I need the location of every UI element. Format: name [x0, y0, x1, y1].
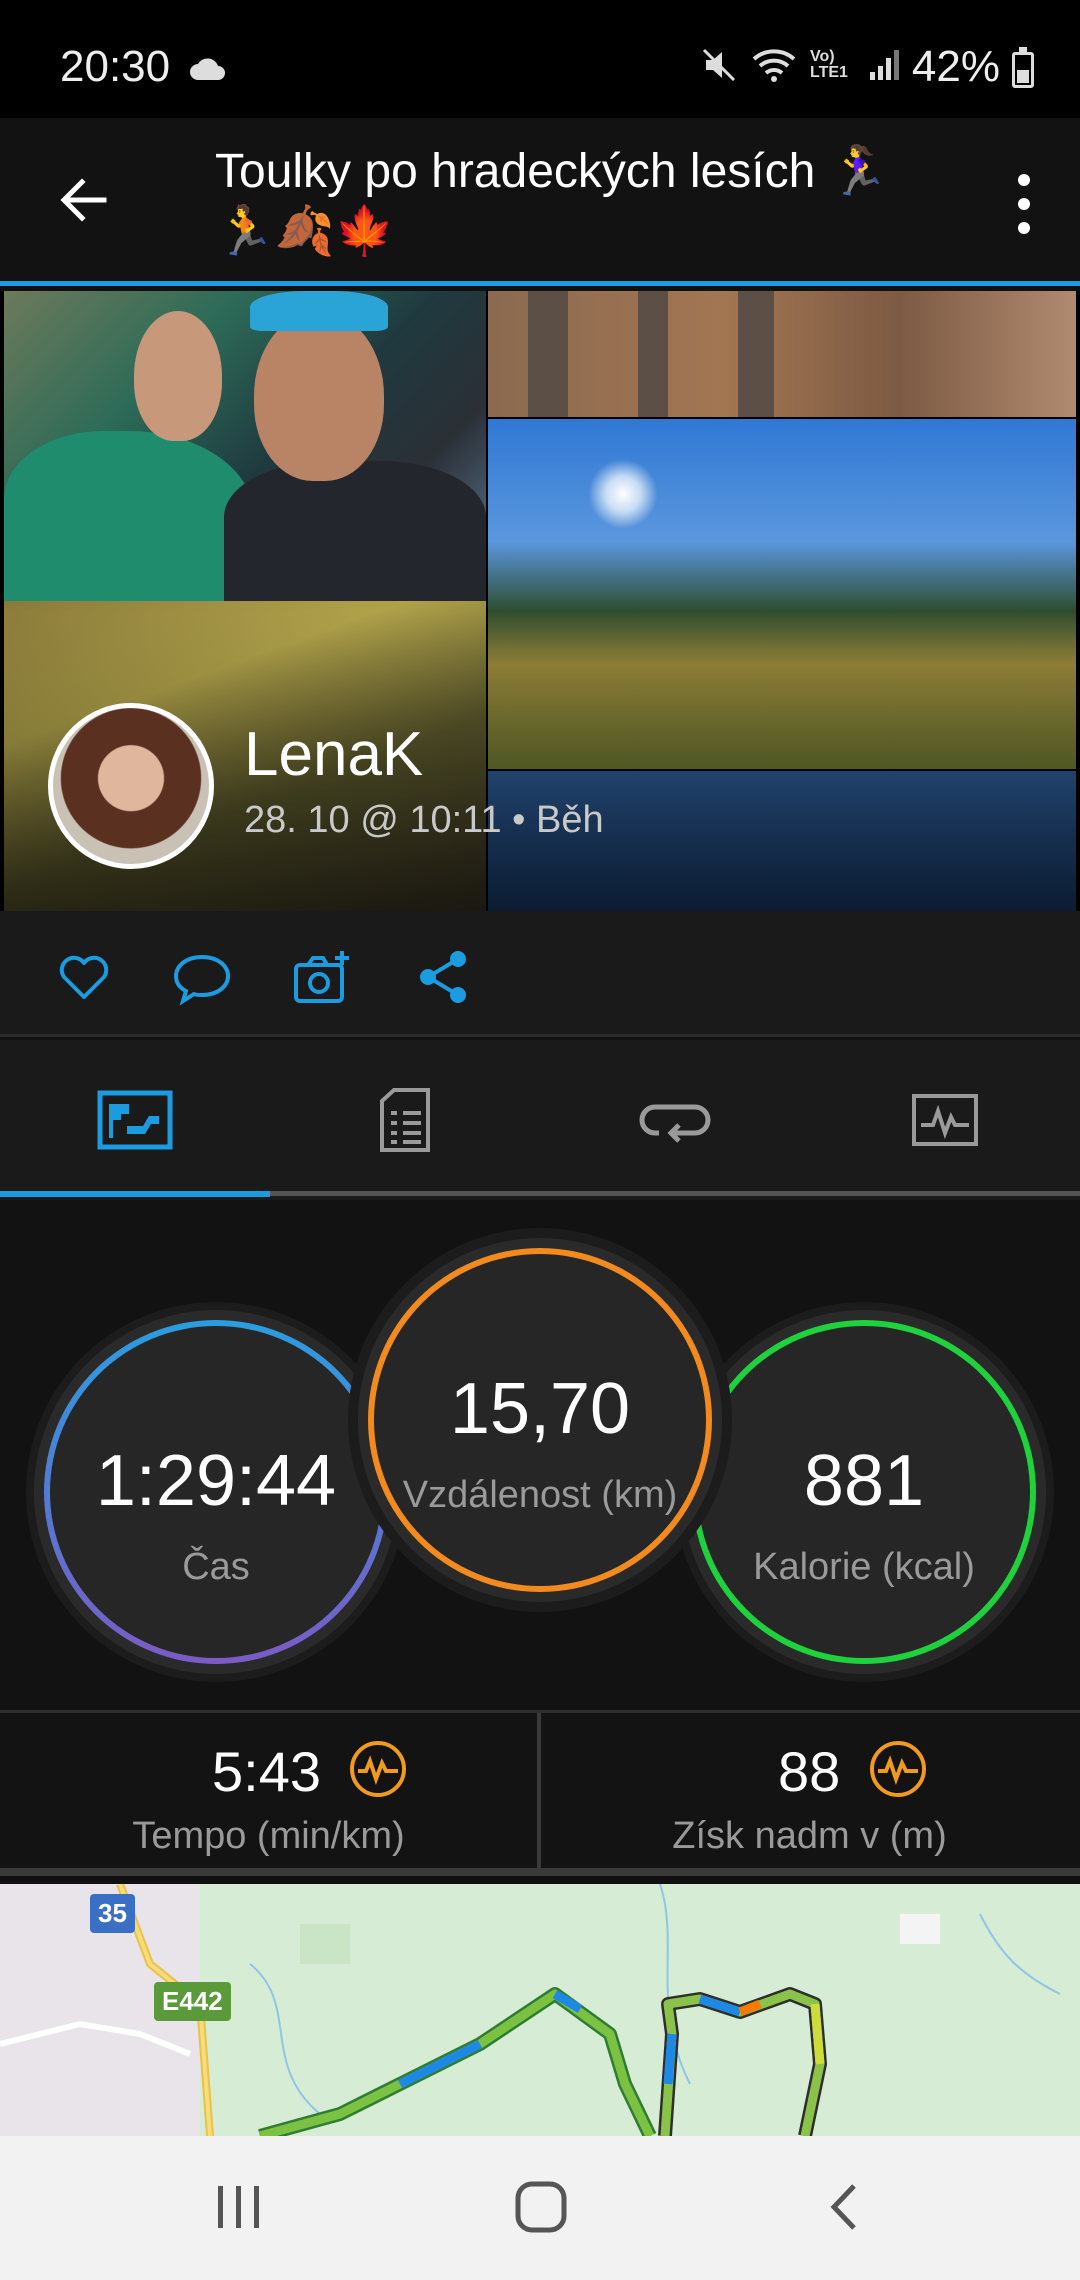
elevation-zone-icon[interactable]	[868, 1739, 928, 1799]
wifi-icon	[752, 49, 796, 82]
time-value: 1:29:44	[95, 1441, 337, 1521]
action-bar	[0, 911, 1080, 1037]
battery-icon	[1012, 47, 1034, 88]
route-map[interactable]: 35 E442	[0, 1884, 1080, 2136]
photo-collage[interactable]: LenaK 28. 10 @ 10:11 • Běh	[0, 291, 1080, 911]
more-options-icon[interactable]	[1014, 174, 1034, 234]
details-tab[interactable]	[270, 1040, 540, 1200]
distance-stat-circle[interactable]: 15,70 Vzdálenost (km)	[358, 1238, 722, 1602]
pace-label: Tempo (min/km)	[132, 1815, 405, 1857]
stats-panel: 1:29:44 Čas 881 Kalorie (kcal) 15,70 Vzd…	[0, 1200, 1080, 1710]
home-icon[interactable]	[514, 2180, 568, 2234]
document-icon	[380, 1088, 430, 1152]
activity-title: Toulky po hradeckých lesích 🏃‍♀️🏃🍂🍁	[215, 145, 889, 258]
charts-tab[interactable]	[810, 1040, 1080, 1200]
time-label: Čas	[182, 1546, 250, 1588]
laps-tab[interactable]	[540, 1040, 810, 1200]
elevation-label: Získ nadm v (m)	[672, 1815, 947, 1857]
secondary-stats: 5:43 Tempo (min/km) 88 Získ nadm v (m)	[0, 1710, 1080, 1876]
time-stat-circle[interactable]: 1:29:44 Čas	[34, 1310, 398, 1674]
back-arrow-icon[interactable]	[52, 168, 116, 232]
status-icons: Vo) LTE1	[700, 46, 902, 84]
back-nav-icon[interactable]	[820, 2182, 870, 2232]
activity-meta: 28. 10 @ 10:11 • Běh	[244, 799, 604, 841]
loop-icon	[639, 1104, 711, 1143]
elevation-value: 88	[778, 1740, 841, 1803]
comment-icon[interactable]	[172, 947, 232, 1007]
summary-tab[interactable]	[0, 1040, 270, 1200]
recent-apps-icon[interactable]	[214, 2182, 264, 2232]
distance-value: 15,70	[449, 1369, 631, 1449]
status-time: 20:30	[60, 42, 171, 91]
battery-percent: 42%	[911, 42, 1000, 91]
tab-bar	[0, 1040, 1080, 1200]
like-icon[interactable]	[54, 947, 114, 1007]
calories-label: Kalorie (kcal)	[753, 1546, 975, 1588]
status-bar: 20:30 Vo) LTE1 42%	[0, 0, 1080, 118]
road-label-35: 35	[90, 1894, 135, 1933]
pace-value: 5:43	[212, 1740, 321, 1803]
user-name[interactable]: LenaK	[244, 719, 423, 790]
road-label-e442: E442	[154, 1982, 231, 2021]
active-tab-indicator	[0, 1191, 270, 1197]
pace-zone-icon[interactable]	[348, 1739, 408, 1799]
calories-value: 881	[803, 1441, 925, 1521]
share-icon[interactable]	[414, 947, 474, 1007]
mute-icon	[702, 48, 736, 82]
cloud-icon	[190, 58, 225, 80]
volte-icon: Vo) LTE1	[810, 48, 848, 81]
chart-icon	[912, 1094, 978, 1146]
system-nav-bar	[0, 2136, 1080, 2280]
add-photo-icon[interactable]	[292, 947, 352, 1007]
photo-forest-floor[interactable]	[488, 291, 1076, 417]
app-bar: Toulky po hradeckých lesích 🏃‍♀️🏃🍂🍁	[0, 118, 1080, 286]
user-avatar[interactable]	[48, 703, 214, 869]
map-summary-icon	[97, 1090, 173, 1150]
photo-selfie[interactable]	[4, 291, 486, 601]
distance-label: Vzdálenost (km)	[402, 1474, 678, 1516]
calories-stat-circle[interactable]: 881 Kalorie (kcal)	[682, 1310, 1046, 1674]
signal-icon	[870, 50, 899, 80]
